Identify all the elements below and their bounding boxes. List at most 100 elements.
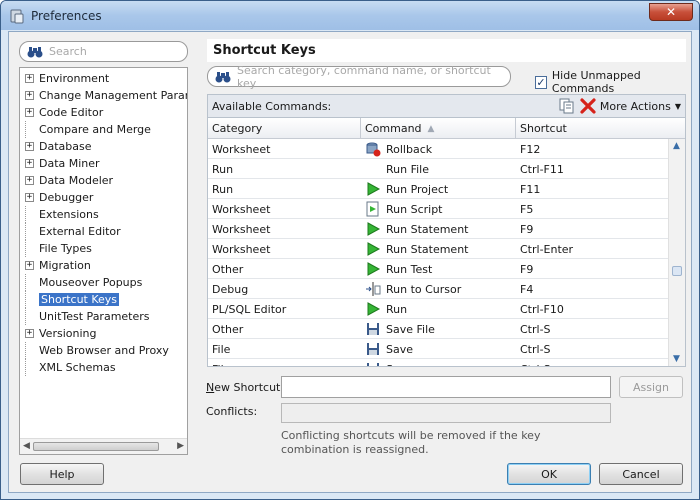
scroll-left-icon[interactable]: ◀ [23, 441, 30, 451]
checkmark-icon[interactable]: ✓ [535, 75, 547, 89]
command-cell: Rollback [361, 139, 516, 159]
command-search-field[interactable]: Search category, command name, or shortc… [207, 64, 511, 90]
command-search-input[interactable]: Search category, command name, or shortc… [237, 64, 510, 90]
close-button[interactable]: ✕ [649, 3, 693, 21]
scroll-right-icon[interactable]: ▶ [177, 441, 184, 451]
tree-item-label: XML Schemas [39, 361, 116, 374]
tree-item[interactable]: + Data Miner [20, 155, 100, 172]
category-cell: Run [212, 162, 234, 176]
column-header-command[interactable]: Command ▲ [361, 118, 516, 139]
tree-item[interactable]: + Database [20, 138, 92, 155]
tree-item[interactable]: File Types [20, 240, 92, 257]
table-row[interactable]: PL/SQL Editor Run Ctrl-F10 [208, 299, 668, 319]
tree-connector [25, 121, 34, 138]
more-actions-label: More Actions [599, 99, 671, 113]
cancel-button[interactable]: Cancel [599, 463, 683, 485]
expand-icon[interactable]: + [25, 108, 34, 117]
tree-item[interactable]: External Editor [20, 223, 121, 240]
shortcut-cell: F9 [520, 222, 534, 236]
table-row[interactable]: Other Save File Ctrl-S [208, 319, 668, 339]
tree-connector [25, 274, 34, 291]
ok-label: OK [541, 467, 557, 481]
copy-icon[interactable] [559, 98, 575, 114]
tree-connector [25, 240, 34, 257]
tree-connector [25, 223, 34, 240]
cursor-icon [365, 281, 381, 297]
tree-item[interactable]: Shortcut Keys [20, 291, 120, 308]
table-vertical-scrollbar[interactable]: ▲ ▼ [668, 139, 685, 366]
tree-item[interactable]: Mouseover Popups [20, 274, 142, 291]
tree-item[interactable]: Extensions [20, 206, 99, 223]
help-button[interactable]: Help [20, 463, 104, 485]
table-scroll-thumb[interactable] [672, 266, 682, 276]
column-header-shortcut[interactable]: Shortcut [516, 118, 685, 139]
ok-button[interactable]: OK [507, 463, 591, 485]
tree-item[interactable]: UnitTest Parameters [20, 308, 150, 325]
tree-item-label: Extensions [39, 208, 99, 221]
table-row[interactable]: Other Run Test F9 [208, 259, 668, 279]
table-row[interactable]: Run Run File Ctrl-F11 [208, 159, 668, 179]
tree-item[interactable]: + Code Editor [20, 104, 103, 121]
table-row[interactable]: File Save Ctrl-S [208, 339, 668, 359]
tree-item[interactable]: + Migration [20, 257, 91, 274]
scroll-up-icon[interactable]: ▲ [673, 141, 680, 151]
table-row[interactable]: Worksheet Run Statement Ctrl-Enter [208, 239, 668, 259]
column-header-category[interactable]: Category [208, 118, 361, 139]
table-row[interactable]: Worksheet Rollback F12 [208, 139, 668, 159]
table-row[interactable]: Worksheet Run Statement F9 [208, 219, 668, 239]
table-row[interactable]: Debug Run to Cursor F4 [208, 279, 668, 299]
tree-search-field[interactable]: Search [19, 41, 188, 62]
category-cell: Worksheet [212, 142, 271, 156]
tree-item-label: Code Editor [39, 106, 104, 119]
category-cell: File [212, 342, 231, 356]
command-cell: Run Script [361, 199, 516, 219]
hide-unmapped-checkbox[interactable]: ✓ Hide Unmapped Commands [535, 69, 691, 95]
category-cell: Other [212, 262, 244, 276]
assign-button[interactable]: Assign [619, 376, 683, 398]
expand-icon[interactable]: + [25, 159, 34, 168]
tree-item[interactable]: Compare and Merge [20, 121, 151, 138]
command-label: Run Project [386, 182, 449, 196]
tree-item[interactable]: + Environment [20, 70, 109, 87]
new-shortcut-input[interactable] [281, 376, 611, 398]
scroll-down-icon[interactable]: ▼ [673, 354, 680, 364]
binoculars-icon [27, 46, 43, 58]
title-bar[interactable]: Preferences ✕ [1, 1, 699, 30]
category-cell: File [208, 359, 361, 367]
expand-icon[interactable]: + [25, 329, 34, 338]
preferences-tree[interactable]: XML Schemas Web Browser and Proxy + Version… [19, 67, 188, 455]
tree-item-label: UnitTest Parameters [39, 310, 150, 323]
tree-item[interactable]: + Versioning [20, 325, 96, 342]
tree-item[interactable]: + Debugger [20, 189, 93, 206]
sort-ascending-icon: ▲ [427, 123, 435, 134]
dialog-client: Search XML Schemas Web Browser and Proxy +… [8, 31, 692, 493]
tree-search-input[interactable]: Search [49, 45, 87, 58]
shortcut-cell: Ctrl-F11 [520, 162, 564, 176]
delete-icon[interactable] [580, 98, 596, 114]
table-row[interactable]: Worksheet Run Script F5 [208, 199, 668, 219]
expand-icon[interactable]: + [25, 193, 34, 202]
tree-horizontal-scrollbar[interactable]: ◀ ▶ [20, 438, 187, 454]
expand-icon[interactable]: + [25, 91, 34, 100]
table-row[interactable]: Run Run Project F11 [208, 179, 668, 199]
command-cell: Run to Cursor [361, 279, 516, 299]
tree-item[interactable]: + Data Modeler [20, 172, 113, 189]
tree-item-label: Versioning [39, 327, 97, 340]
table-row[interactable]: File Save Ctrl-S [208, 359, 668, 367]
expand-icon[interactable]: + [25, 142, 34, 151]
category-cell: Worksheet [212, 222, 271, 236]
tree-item[interactable]: + Change Management Paramet [20, 87, 187, 104]
commands-table: Category Command ▲ Shortcut Worksheet Roll… [207, 117, 686, 367]
available-commands-label: Available Commands: [212, 99, 332, 113]
expand-icon[interactable]: + [25, 74, 34, 83]
more-actions-button[interactable]: More Actions ▼ [600, 100, 681, 113]
tree-connector [25, 342, 34, 359]
tree-item-label: External Editor [39, 225, 121, 238]
tree-scroll-thumb[interactable] [33, 442, 159, 451]
tree-item[interactable]: XML Schemas [20, 359, 116, 376]
expand-icon[interactable]: + [25, 176, 34, 185]
command-label: Run Statement [386, 242, 469, 256]
expand-icon[interactable]: + [25, 261, 34, 270]
tree-item[interactable]: Web Browser and Proxy [20, 342, 169, 359]
page-title: Shortcut Keys [207, 39, 686, 62]
